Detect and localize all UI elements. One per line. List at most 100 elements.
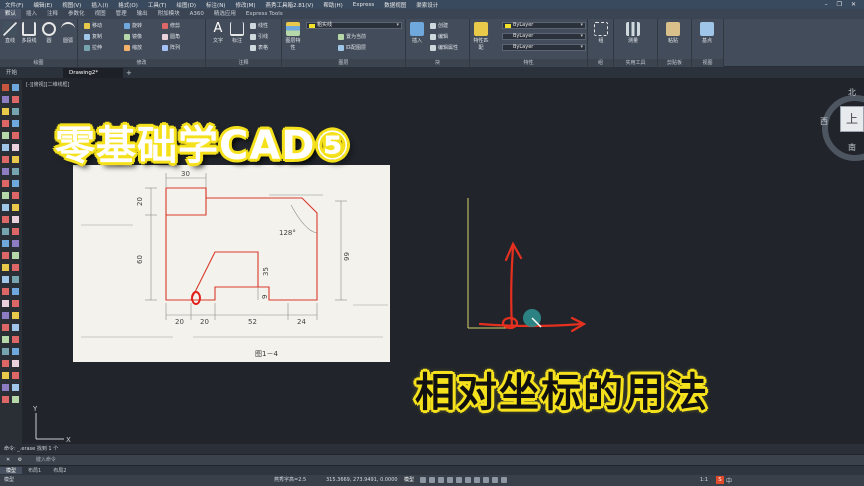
palette-icon[interactable] — [12, 336, 19, 343]
palette-icon[interactable] — [2, 228, 9, 235]
wrench-icon[interactable]: ⚙ — [18, 455, 22, 465]
edit-block-button[interactable]: 编辑 — [430, 33, 448, 40]
menu-format[interactable]: 格式(O) — [113, 1, 143, 9]
close-icon[interactable]: ✕ — [851, 1, 856, 8]
layer-dropdown[interactable]: 粗实线 ▾ — [306, 22, 402, 29]
palette-icon[interactable] — [2, 180, 9, 187]
linetype-dropdown[interactable]: ByLayer ▾ — [502, 33, 586, 40]
palette-icon[interactable] — [12, 312, 19, 319]
palette-icon[interactable] — [2, 384, 9, 391]
palette-icon[interactable] — [12, 84, 19, 91]
match-layer-button[interactable]: 匹配图层 — [338, 44, 366, 51]
annotation-icon[interactable] — [501, 477, 507, 483]
palette-icon[interactable] — [12, 384, 19, 391]
menu-help[interactable]: 帮助(H) — [318, 1, 347, 9]
trim-button[interactable]: 修剪 — [162, 22, 180, 29]
paste-button[interactable]: 粘贴 — [664, 22, 682, 44]
menu-tools[interactable]: 工具(T) — [143, 1, 172, 9]
ime-mode[interactable]: 中 — [726, 476, 732, 486]
annotation-scale[interactable]: 1:1 — [700, 475, 708, 486]
status-model-label[interactable]: 模型 — [4, 475, 14, 486]
linear-button[interactable]: 线性 — [250, 22, 268, 29]
palette-icon[interactable] — [2, 108, 9, 115]
palette-icon[interactable] — [2, 96, 9, 103]
palette-icon[interactable] — [2, 252, 9, 259]
palette-icon[interactable] — [2, 144, 9, 151]
palette-icon[interactable] — [12, 132, 19, 139]
palette-icon[interactable] — [2, 240, 9, 247]
viewport-controls[interactable]: [-][俯视][二维线框] — [26, 81, 70, 88]
palette-icon[interactable] — [12, 96, 19, 103]
palette-icon[interactable] — [2, 300, 9, 307]
palette-icon[interactable] — [2, 360, 9, 367]
group-button[interactable]: 组 — [592, 22, 610, 44]
measure-button[interactable]: 测量 — [624, 22, 642, 44]
tab-insert[interactable]: 插入 — [21, 9, 42, 19]
lineweight-dropdown[interactable]: ByLayer ▾ — [502, 44, 586, 51]
palette-icon[interactable] — [2, 324, 9, 331]
tab-annotate[interactable]: 注释 — [42, 9, 63, 19]
palette-icon[interactable] — [12, 228, 19, 235]
menu-yanxiu[interactable]: 燕秀工具箱2.81(V) — [261, 1, 319, 9]
palette-icon[interactable] — [12, 240, 19, 247]
command-line[interactable]: ✕ ⚙ 键入命令 — [0, 455, 864, 465]
sogou-icon[interactable]: S — [716, 476, 724, 484]
restore-icon[interactable]: ❐ — [837, 1, 842, 8]
menu-insert[interactable]: 插入(I) — [86, 1, 113, 9]
otrack-icon[interactable] — [465, 477, 471, 483]
copy-button[interactable]: 复制 — [84, 33, 102, 40]
palette-icon[interactable] — [12, 288, 19, 295]
palette-icon[interactable] — [2, 192, 9, 199]
palette-icon[interactable] — [2, 372, 9, 379]
palette-icon[interactable] — [2, 288, 9, 295]
palette-icon[interactable] — [12, 252, 19, 259]
viewcube-top-face[interactable]: 上 — [840, 106, 864, 132]
fillet-button[interactable]: 圆角 — [162, 33, 180, 40]
palette-icon[interactable] — [2, 120, 9, 127]
selection-cycle-icon[interactable] — [492, 477, 498, 483]
rotate-button[interactable]: 旋转 — [124, 22, 142, 29]
tab-manage[interactable]: 管理 — [111, 9, 132, 19]
command-input[interactable]: 键入命令 — [36, 457, 56, 463]
palette-icon[interactable] — [2, 204, 9, 211]
menu-express[interactable]: Express — [348, 2, 379, 8]
layer-properties-button[interactable]: 图层特性 — [284, 22, 302, 51]
palette-icon[interactable] — [2, 168, 9, 175]
tab-default[interactable]: 默认 — [0, 9, 22, 19]
palette-icon[interactable] — [12, 108, 19, 115]
set-current-button[interactable]: 置为当前 — [338, 33, 366, 40]
ime-toolbar[interactable]: S 中 — [716, 476, 732, 486]
text-button[interactable]: A 文字 — [209, 22, 227, 45]
tab-model[interactable]: 模型 — [0, 467, 23, 474]
stretch-button[interactable]: 拉伸 — [84, 44, 102, 51]
table-button[interactable]: 表格 — [250, 44, 268, 51]
line-button[interactable]: 直线 — [1, 22, 19, 44]
tab-output[interactable]: 输出 — [132, 9, 153, 19]
palette-icon[interactable] — [12, 300, 19, 307]
menu-edit[interactable]: 编辑(E) — [28, 1, 57, 9]
palette-icon[interactable] — [2, 396, 9, 403]
palette-icon[interactable] — [12, 348, 19, 355]
circle-button[interactable]: 圆 — [40, 22, 58, 44]
palette-icon[interactable] — [12, 324, 19, 331]
match-properties-button[interactable]: 特性匹配 — [472, 22, 490, 51]
palette-icon[interactable] — [12, 144, 19, 151]
palette-icon[interactable] — [12, 204, 19, 211]
menu-design[interactable]: 渠索设计 — [411, 1, 443, 9]
viewcube-south[interactable]: 南 — [848, 142, 856, 153]
palette-icon[interactable] — [2, 348, 9, 355]
palette-icon[interactable] — [2, 312, 9, 319]
tab-express-tools[interactable]: Express Tools — [241, 9, 288, 19]
polar-icon[interactable] — [447, 477, 453, 483]
tab-view[interactable]: 视图 — [90, 9, 111, 19]
palette-icon[interactable] — [2, 336, 9, 343]
status-model-space[interactable]: 模型 — [404, 475, 414, 486]
create-block-button[interactable]: 创建 — [430, 22, 448, 29]
palette-icon[interactable] — [2, 276, 9, 283]
lineweight-icon[interactable] — [474, 477, 480, 483]
palette-icon[interactable] — [12, 168, 19, 175]
palette-icon[interactable] — [12, 156, 19, 163]
insert-block-button[interactable]: 插入 — [408, 22, 426, 44]
move-button[interactable]: 移动 — [84, 22, 102, 29]
menu-data-view[interactable]: 数据视图 — [379, 1, 411, 9]
